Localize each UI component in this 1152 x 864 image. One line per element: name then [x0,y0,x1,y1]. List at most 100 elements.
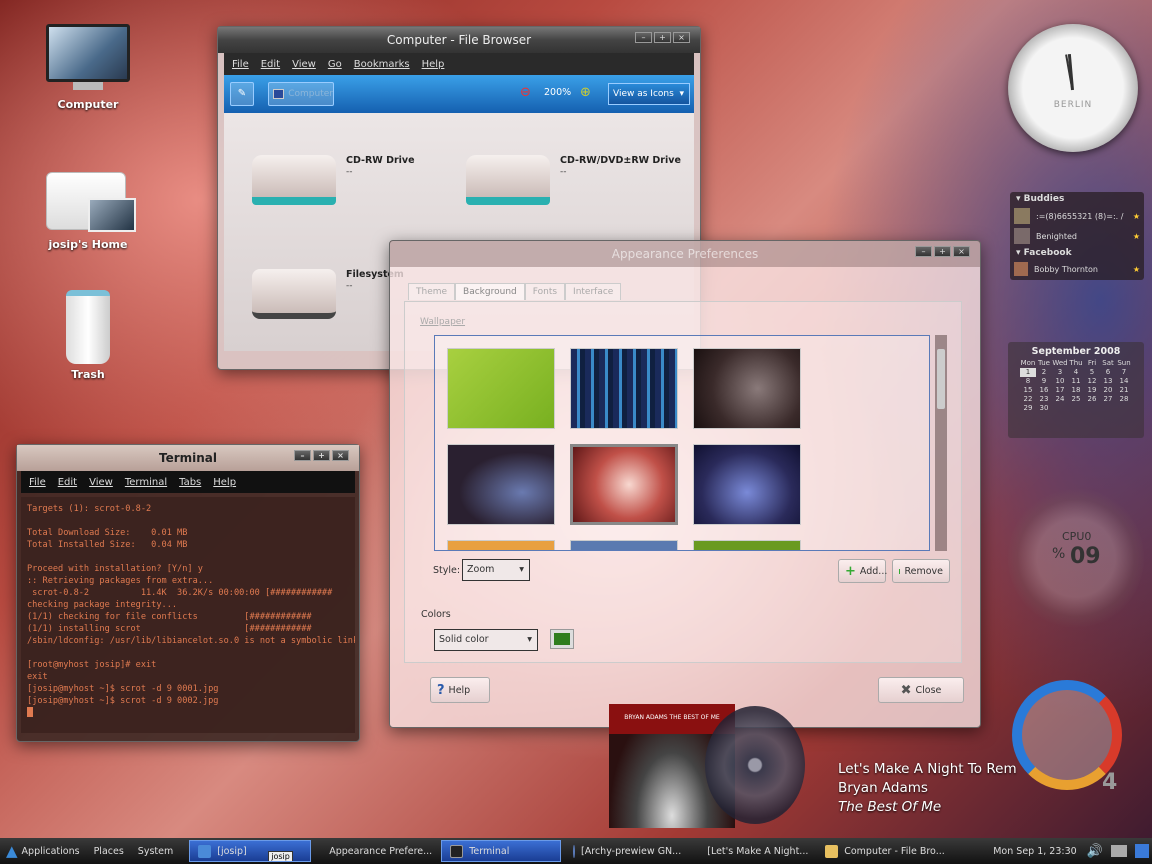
style-select[interactable]: Zoom ▾ [462,559,530,581]
task-music[interactable]: [Let's Make A Night... [693,840,813,862]
file-browser-titlebar[interactable]: Computer - File Browser – + × [218,27,700,53]
wallpaper-thumb[interactable] [693,540,801,550]
maximize-button[interactable]: + [654,32,671,43]
calendar-day[interactable]: 21 [1116,386,1132,395]
close-button[interactable]: × [332,450,349,461]
wallpaper-thumb[interactable] [693,348,801,429]
task-terminal[interactable]: Terminal [441,840,562,862]
desktop-icon-trash[interactable]: Trash [33,290,143,381]
facebook-header[interactable]: ▾ Facebook [1010,246,1144,260]
buddy-item[interactable]: :=(8)6655321 (8)=:. / ★ [1010,206,1144,226]
task-josip[interactable]: [josip] josip [189,840,312,862]
view-as-select[interactable]: View as Icons ▾ [608,83,690,105]
calendar-day[interactable]: 24 [1052,395,1068,404]
tab-background[interactable]: Background [455,283,525,300]
tab-theme[interactable]: Theme [408,283,456,300]
calendar-day[interactable]: 30 [1036,404,1052,413]
taskbar-clock[interactable]: Mon Sep 1, 23:30 [993,846,1076,857]
file-item[interactable]: CD-RW/DVD±RW Drive -- [466,151,696,211]
calendar-day[interactable]: 29 [1020,404,1036,413]
menu-system[interactable]: System [138,846,173,857]
menu-view[interactable]: View [89,477,113,488]
calendar-day[interactable]: 6 [1100,368,1116,377]
wallpaper-thumb[interactable] [570,540,678,550]
wallpaper-thumb[interactable] [447,348,555,429]
menu-go[interactable]: Go [328,59,342,70]
wallpaper-thumb-selected[interactable] [570,444,678,525]
calendar-day[interactable]: 10 [1052,377,1068,386]
wallpaper-thumb[interactable] [693,444,801,525]
wallpaper-thumb[interactable] [570,348,678,429]
calendar-day[interactable]: 22 [1020,395,1036,404]
calendar-day[interactable]: 15 [1020,386,1036,395]
calendar-day[interactable]: 18 [1068,386,1084,395]
calendar-day[interactable]: 9 [1036,377,1052,386]
wallpaper-scrollbar[interactable] [935,335,947,551]
calendar-day[interactable]: 12 [1084,377,1100,386]
volume-icon[interactable]: 🔊 [1087,844,1103,859]
show-desktop-icon[interactable] [1134,844,1149,858]
remove-wallpaper-button[interactable]: Remove [892,559,950,583]
task-appearance[interactable]: Appearance Prefere... [315,840,437,862]
add-wallpaper-button[interactable]: + Add... [838,559,887,583]
file-item[interactable]: CD-RW Drive -- [252,151,472,211]
wallpaper-thumb[interactable] [447,540,555,550]
zoom-out-icon[interactable]: ⊖ [520,85,531,100]
calendar-day[interactable]: 13 [1100,377,1116,386]
calendar-day[interactable]: 26 [1084,395,1100,404]
menu-help[interactable]: Help [422,59,445,70]
calendar-day[interactable]: 11 [1068,377,1084,386]
minimize-button[interactable]: – [294,450,311,461]
appearance-titlebar[interactable]: Appearance Preferences – + × [390,241,980,267]
menu-applications[interactable]: Applications [22,846,80,857]
maximize-button[interactable]: + [313,450,330,461]
network-icon[interactable] [1110,845,1127,857]
calendar-day[interactable]: 2 [1036,368,1052,377]
location-computer-button[interactable]: Computer [268,82,334,106]
menu-file[interactable]: File [232,59,249,70]
maximize-button[interactable]: + [934,246,951,257]
color-swatch-button[interactable] [550,629,574,649]
minimize-button[interactable]: – [915,246,932,257]
close-button[interactable]: × [953,246,970,257]
calendar-day[interactable]: 4 [1068,368,1084,377]
terminal-titlebar[interactable]: Terminal – + × [17,445,359,471]
edit-location-button[interactable]: ✎ [230,82,254,106]
menu-edit[interactable]: Edit [58,477,77,488]
calendar-day[interactable]: 14 [1116,377,1132,386]
menu-file[interactable]: File [29,477,46,488]
buddy-item[interactable]: Benighted ★ [1010,226,1144,246]
task-file-browser[interactable]: Computer - File Bro... [817,840,979,862]
menu-terminal[interactable]: Terminal [125,477,167,488]
menu-bookmarks[interactable]: Bookmarks [354,59,410,70]
menu-help[interactable]: Help [213,477,236,488]
calendar-day[interactable]: 17 [1052,386,1068,395]
calendar-day[interactable]: 23 [1036,395,1052,404]
terminal-output[interactable]: Targets (1): scrot-0.8-2 Total Download S… [21,497,355,733]
close-button[interactable]: × [673,32,690,43]
calendar-day[interactable]: 25 [1068,395,1084,404]
main-menu[interactable]: ▲ Applications Places System [0,840,181,862]
calendar-day[interactable]: 1 [1020,368,1036,377]
tab-interface[interactable]: Interface [565,283,622,300]
menu-edit[interactable]: Edit [261,59,280,70]
zoom-in-icon[interactable]: ⊕ [580,85,591,100]
desktop-icon-home[interactable]: josip's Home [33,172,143,251]
desktop-icon-computer[interactable]: Computer [33,24,143,111]
color-mode-select[interactable]: Solid color ▾ [434,629,538,651]
close-dialog-button[interactable]: ✖ Close [878,677,964,703]
calendar-day[interactable]: 20 [1100,386,1116,395]
calendar-day[interactable]: 19 [1084,386,1100,395]
calendar-day[interactable]: 3 [1052,368,1068,377]
minimize-button[interactable]: – [635,32,652,43]
calendar-day[interactable]: 16 [1036,386,1052,395]
calendar-day[interactable]: 5 [1084,368,1100,377]
buddies-header[interactable]: ▾ Buddies [1010,192,1144,206]
wallpaper-thumb[interactable] [447,444,555,525]
menu-tabs[interactable]: Tabs [179,477,201,488]
menu-places[interactable]: Places [94,846,124,857]
calendar-day[interactable]: 8 [1020,377,1036,386]
task-browser[interactable]: [Archy-prewiew GN... [565,840,689,862]
calendar-day[interactable]: 7 [1116,368,1132,377]
menu-view[interactable]: View [292,59,316,70]
